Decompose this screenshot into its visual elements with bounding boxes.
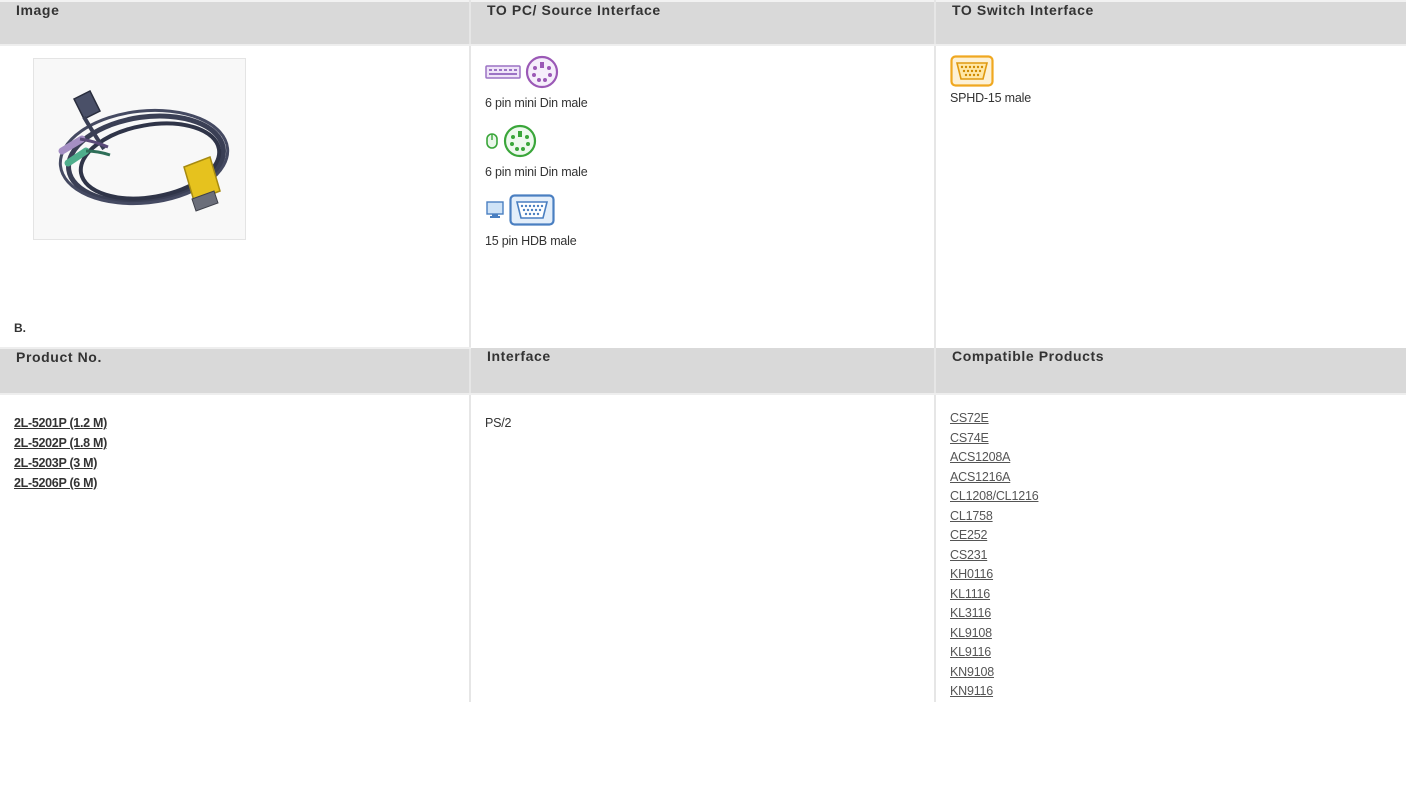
to-switch-cell: SPHD-15 male — [935, 45, 1406, 348]
pc-interface-mouse-text: 6 pin mini Din male — [485, 165, 588, 179]
pc-interface-keyboard-text: 6 pin mini Din male — [485, 96, 588, 110]
compatible-product-link[interactable]: CS231 — [950, 546, 1392, 566]
header-row: Image TO PC/ Source Interface TO Switch … — [0, 0, 1406, 46]
product-no-cell: 2L-5201P (1.2 M) 2L-5202P (1.8 M) 2L-520… — [0, 394, 471, 702]
image-cell: B. — [0, 45, 471, 349]
compatible-product-link[interactable]: KL3116 — [950, 604, 1392, 624]
compatible-product-link[interactable]: CS74E — [950, 429, 1392, 449]
to-pc-cell: 6 pin mini Din male 6 pin mini Din male — [470, 45, 936, 348]
mouse-icon — [485, 131, 499, 154]
product-link[interactable]: 2L-5201P (1.2 M) — [14, 413, 455, 433]
compatible-product-link[interactable]: KH0116 — [950, 565, 1392, 585]
product-link[interactable]: 2L-5206P (6 M) — [14, 473, 455, 493]
header-to-pc: TO PC/ Source Interface — [470, 0, 936, 46]
interface-value: PS/2 — [485, 416, 512, 430]
pc-interface-monitor: 15 pin HDB male — [485, 193, 920, 248]
compatible-product-link[interactable]: KN9108 — [950, 663, 1392, 683]
image-row: B. 6 pin mini Din male 6 pin mini Din ma… — [0, 45, 1406, 349]
kvm-cable-photo — [33, 58, 246, 240]
compatible-product-link[interactable]: CS72E — [950, 409, 1392, 429]
compatible-cell: CS72E CS74E ACS1208A ACS1216A CL1208/CL1… — [935, 394, 1406, 702]
compatible-product-link[interactable]: KL9108 — [950, 624, 1392, 644]
keyboard-icon — [485, 62, 521, 85]
compatible-product-link[interactable]: KN9116 — [950, 682, 1392, 702]
compatible-product-link[interactable]: CL1758 — [950, 507, 1392, 527]
interface-cell: PS/2 — [470, 394, 936, 702]
product-link[interactable]: 2L-5202P (1.8 M) — [14, 433, 455, 453]
ps2-port-green-icon — [503, 124, 537, 161]
compatible-product-link[interactable]: CE252 — [950, 526, 1392, 546]
header-row-2: Product No. Interface Compatible Product… — [0, 348, 1406, 395]
product-link[interactable]: 2L-5203P (3 M) — [14, 453, 455, 473]
compatible-product-link[interactable]: KL9116 — [950, 643, 1392, 663]
compatible-product-link[interactable]: ACS1216A — [950, 468, 1392, 488]
header-compatible: Compatible Products — [935, 348, 1406, 395]
switch-interface-text: SPHD-15 male — [950, 91, 1031, 105]
pc-interface-mouse: 6 pin mini Din male — [485, 124, 920, 179]
pc-interface-monitor-text: 15 pin HDB male — [485, 234, 577, 248]
sphd-port-yellow-icon — [950, 54, 994, 90]
image-label: B. — [14, 321, 26, 335]
pc-interface-keyboard: 6 pin mini Din male — [485, 55, 920, 110]
compatible-product-link[interactable]: ACS1208A — [950, 448, 1392, 468]
header-interface: Interface — [470, 348, 936, 395]
header-image: Image — [0, 0, 471, 46]
compatible-product-link[interactable]: KL1116 — [950, 585, 1392, 605]
compatible-product-link[interactable]: CL1208/CL1216 — [950, 487, 1392, 507]
header-to-switch: TO Switch Interface — [935, 0, 1406, 46]
monitor-icon — [485, 200, 505, 223]
header-product-no: Product No. — [0, 348, 471, 395]
spec-table: Image TO PC/ Source Interface TO Switch … — [0, 0, 1406, 702]
vga-port-blue-icon — [509, 193, 555, 229]
ps2-port-purple-icon — [525, 55, 559, 92]
data-row: 2L-5201P (1.2 M) 2L-5202P (1.8 M) 2L-520… — [0, 394, 1406, 702]
